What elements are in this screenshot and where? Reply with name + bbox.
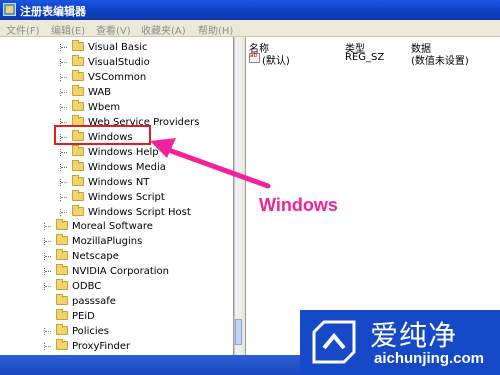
folder-icon — [56, 309, 68, 320]
expand-icon[interactable] — [44, 223, 51, 230]
menu-bar: 文件(F) 编辑(E) 查看(V) 收藏夹(A) 帮助(H) — [0, 20, 500, 37]
tree-item-windows-script[interactable]: Windows Script — [0, 190, 233, 205]
tree-item-wab[interactable]: WAB — [0, 85, 233, 100]
tree-item-label: Visual Basic — [88, 42, 148, 53]
tree-item-peid[interactable]: PEiD — [0, 309, 233, 324]
folder-icon — [56, 264, 68, 275]
expand-icon[interactable] — [60, 209, 67, 216]
expand-icon[interactable] — [60, 149, 67, 156]
tree-item-windows-nt[interactable]: Windows NT — [0, 175, 233, 190]
tree-item-vscommon[interactable]: VSCommon — [0, 70, 233, 85]
tree-item-label: Wbem — [88, 102, 121, 113]
expand-icon[interactable] — [60, 59, 67, 66]
folder-icon — [72, 100, 84, 111]
tree-item-label: Policies — [72, 326, 109, 337]
tree-scrollbar[interactable] — [234, 37, 242, 355]
folder-icon — [56, 234, 68, 245]
menu-view[interactable]: 查看(V) — [96, 22, 131, 37]
expand-icon[interactable] — [44, 343, 51, 350]
tree-item-label: ODBC — [72, 281, 102, 292]
tree-item-label: Windows NT — [88, 177, 150, 188]
expand-icon[interactable] — [60, 44, 67, 51]
folder-icon — [72, 145, 84, 156]
tree-item-windows-help[interactable]: Windows Help — [0, 145, 233, 160]
tree-item-wbem[interactable]: Wbem — [0, 100, 233, 115]
watermark-brand: 爱纯净 — [370, 319, 458, 352]
tree-item-label: passsafe — [72, 296, 116, 307]
regedit-app-icon — [3, 3, 16, 16]
folder-icon — [72, 205, 84, 216]
expand-icon[interactable] — [60, 104, 67, 111]
expand-icon[interactable] — [44, 268, 51, 275]
tree-item-label: Moreal Software — [72, 221, 153, 232]
value-data-cell: (数值未设置) — [411, 56, 469, 67]
tree-item-netscape[interactable]: Netscape — [0, 249, 233, 264]
value-type-cell: REG_SZ — [345, 52, 385, 63]
tree-item-windows-media[interactable]: Windows Media — [0, 160, 233, 175]
tree-item-label: Netscape — [72, 251, 119, 262]
folder-icon — [56, 279, 68, 290]
menu-file[interactable]: 文件(F) — [6, 22, 40, 37]
folder-icon — [56, 219, 68, 230]
tree-item-nvidia-corporation[interactable]: NVIDIA Corporation — [0, 264, 233, 279]
tree-item-visual-basic[interactable]: Visual Basic — [0, 40, 233, 55]
expand-icon[interactable] — [60, 89, 67, 96]
tree-item-label: NVIDIA Corporation — [72, 266, 170, 277]
expand-icon[interactable] — [44, 238, 51, 245]
annotation-label: Windows — [259, 195, 338, 215]
expand-icon[interactable] — [60, 164, 67, 171]
tree-item-policies[interactable]: Policies — [0, 324, 233, 339]
string-value-icon — [249, 52, 260, 63]
folder-icon — [72, 40, 84, 51]
tree-item-odbc[interactable]: ODBC — [0, 279, 233, 294]
tree-item-label: Windows Script Host — [88, 207, 191, 218]
expand-icon[interactable] — [44, 283, 51, 290]
tree-item-label: ProxyFinder — [72, 341, 131, 352]
menu-help[interactable]: 帮助(H) — [198, 22, 233, 37]
tree-item-label: Windows Media — [88, 162, 166, 173]
menu-favorites[interactable]: 收藏夹(A) — [141, 22, 186, 37]
watermark-logo-icon — [312, 320, 356, 364]
expand-icon[interactable] — [60, 194, 67, 201]
tree-item-label: Windows Help — [88, 147, 159, 158]
folder-icon — [72, 55, 84, 66]
value-name-cell[interactable]: (默认) — [262, 52, 290, 67]
tree-item-label: VisualStudio — [88, 57, 150, 68]
folder-icon — [72, 175, 84, 186]
tree-item-label: PEiD — [72, 311, 95, 322]
tree-scrollbar-thumb[interactable] — [235, 319, 242, 345]
tree-item-moreal-software[interactable]: Moreal Software — [0, 219, 233, 234]
folder-icon — [56, 324, 68, 335]
watermark-url: aichunjing.com — [374, 350, 485, 367]
title-bar: 注册表编辑器 — [0, 0, 500, 20]
windows-highlight-box — [54, 125, 151, 145]
watermark: 爱纯净 aichunjing.com — [300, 310, 500, 375]
tree-item-windows-script-host[interactable]: Windows Script Host — [0, 205, 233, 220]
tree-item-label: WAB — [88, 87, 112, 98]
tree-item-visualstudio[interactable]: VisualStudio — [0, 55, 233, 70]
menu-edit[interactable]: 编辑(E) — [51, 22, 85, 37]
tree-item-passsafe[interactable]: passsafe — [0, 294, 233, 309]
tree-item-mozillaplugins[interactable]: MozillaPlugins — [0, 234, 233, 249]
tree-item-proxyfinder[interactable]: ProxyFinder — [0, 339, 233, 354]
tree-item-label: Windows Script — [88, 192, 165, 203]
folder-icon — [72, 85, 84, 96]
folder-icon — [56, 294, 68, 305]
registry-tree[interactable]: Visual Basic VisualStudio VSCommon WAB W… — [0, 37, 234, 355]
tree-item-label: MozillaPlugins — [72, 236, 143, 247]
folder-icon — [72, 70, 84, 81]
expand-icon[interactable] — [44, 328, 51, 335]
folder-icon — [72, 190, 84, 201]
folder-icon — [56, 339, 68, 350]
tree-item-label: VSCommon — [88, 72, 147, 83]
expand-icon[interactable] — [60, 179, 67, 186]
expand-icon[interactable] — [60, 74, 67, 81]
window-title: 注册表编辑器 — [20, 5, 86, 18]
expand-icon[interactable] — [44, 253, 51, 260]
folder-icon — [56, 249, 68, 260]
folder-icon — [72, 160, 84, 171]
